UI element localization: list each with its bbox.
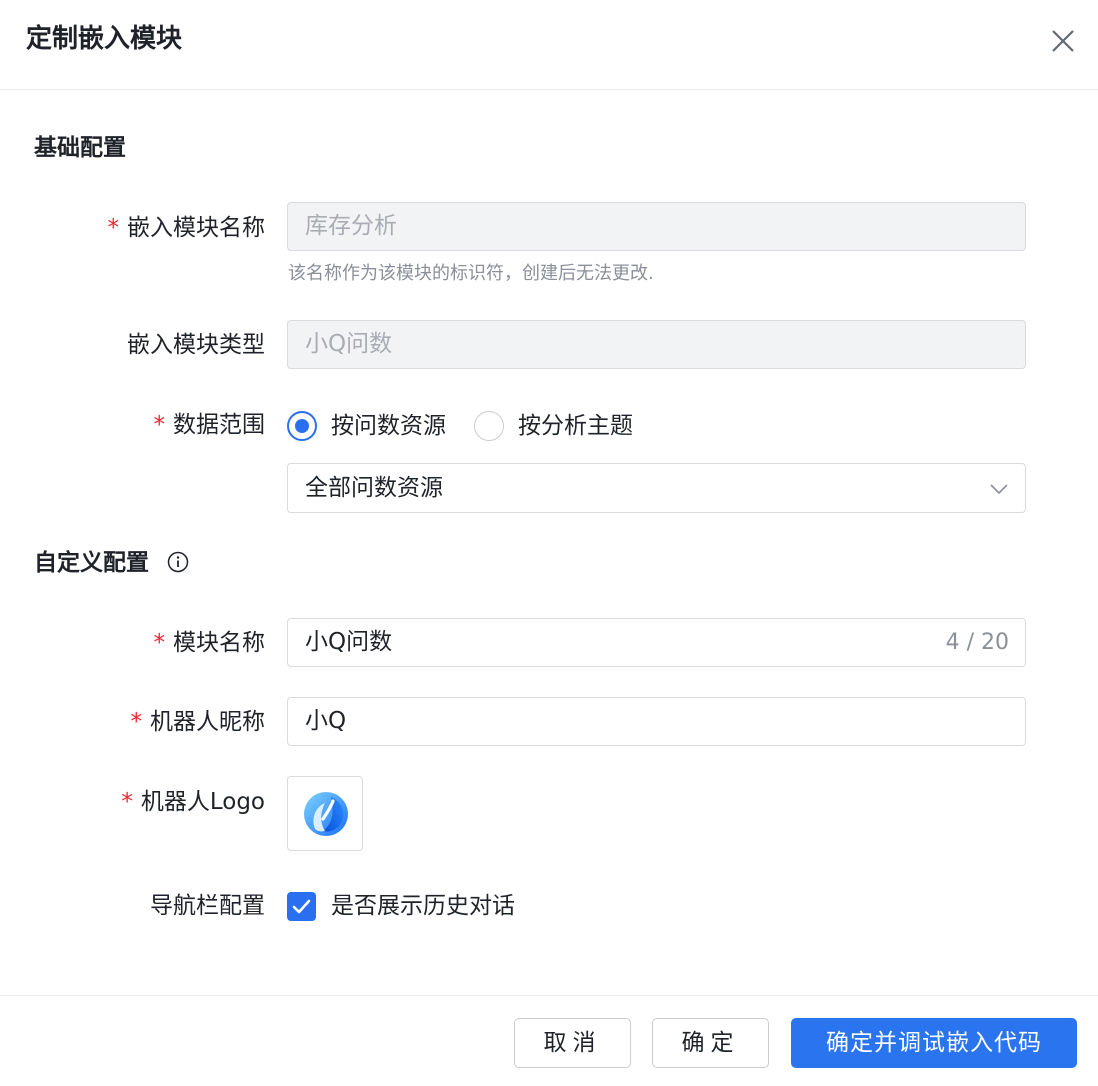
close-icon <box>1052 30 1074 52</box>
radio-by-resource-label: 按问数资源 <box>331 413 446 439</box>
show-history-label: 是否展示历史对话 <box>331 893 515 919</box>
radio-checked-icon <box>287 411 317 441</box>
close-button[interactable] <box>1048 26 1078 56</box>
bot-nickname-label-text: 机器人昵称 <box>150 709 265 735</box>
char-counter: 4 / 20 <box>945 630 1009 655</box>
bot-logo-icon <box>304 792 348 836</box>
cancel-button[interactable]: 取消 <box>514 1018 631 1068</box>
required-mark: * <box>107 215 120 241</box>
module-type-input[interactable]: 小Q问数 <box>287 320 1026 369</box>
module-name-input[interactable]: 库存分析 <box>287 202 1026 251</box>
bot-nickname-value: 小Q <box>305 708 347 734</box>
bot-nickname-input[interactable]: 小Q <box>287 697 1026 746</box>
data-scope-label-text: 数据范围 <box>173 412 265 438</box>
section-title-custom: 自定义配置 <box>34 550 149 576</box>
bot-nickname-label: * 机器人昵称 <box>131 707 266 737</box>
info-circle-icon[interactable] <box>167 551 189 573</box>
show-history-checkbox[interactable] <box>287 891 316 921</box>
data-scope-select[interactable]: 全部问数资源 <box>287 463 1026 513</box>
bot-logo-label-text: 机器人Logo <box>140 789 265 815</box>
bot-logo-upload[interactable] <box>287 776 363 851</box>
show-history-checkbox-row[interactable]: 是否展示历史对话 <box>287 891 515 921</box>
radio-by-resource[interactable]: 按问数资源 <box>287 411 446 441</box>
dialog-header: 定制嵌入模块 <box>0 0 1098 90</box>
title-name-value: 小Q问数 <box>305 629 393 655</box>
data-scope-select-value: 全部问数资源 <box>305 475 443 501</box>
chevron-down-icon <box>990 484 1008 495</box>
title-name-label: * 模块名称 <box>154 628 266 658</box>
embed-module-dialog: 定制嵌入模块 基础配置 * 嵌入模块名称 库存分析 该名称作为该模块的标识符，创建… <box>0 0 1098 1086</box>
required-mark: * <box>153 630 166 656</box>
required-mark: * <box>153 412 166 438</box>
radio-by-topic-label: 按分析主题 <box>518 413 633 439</box>
module-type-value: 小Q问数 <box>305 331 393 357</box>
required-mark: * <box>121 789 133 815</box>
title-name-input[interactable]: 小Q问数 4 / 20 <box>287 618 1026 667</box>
required-mark: * <box>130 709 143 735</box>
navbar-label: 导航栏配置 <box>150 893 265 919</box>
radio-by-topic[interactable]: 按分析主题 <box>474 411 633 441</box>
module-name-label-text: 嵌入模块名称 <box>127 215 265 241</box>
title-name-label-text: 模块名称 <box>173 630 265 656</box>
module-name-label: * 嵌入模块名称 <box>108 213 266 243</box>
check-icon <box>292 899 311 913</box>
module-type-label: 嵌入模块类型 <box>127 332 265 358</box>
module-name-value: 库存分析 <box>305 213 397 239</box>
data-scope-radio-group: 按问数资源 按分析主题 <box>287 408 661 444</box>
confirm-and-debug-button[interactable]: 确定并调试嵌入代码 <box>791 1018 1077 1068</box>
data-scope-label: * 数据范围 <box>154 410 266 440</box>
bot-logo-label: * 机器人Logo <box>121 787 265 817</box>
radio-unchecked-icon <box>474 411 504 441</box>
dialog-title: 定制嵌入模块 <box>26 24 183 54</box>
section-title-basic: 基础配置 <box>34 135 126 161</box>
confirm-button[interactable]: 确定 <box>652 1018 769 1068</box>
module-name-hint: 该名称作为该模块的标识符，创建后无法更改. <box>288 263 654 284</box>
